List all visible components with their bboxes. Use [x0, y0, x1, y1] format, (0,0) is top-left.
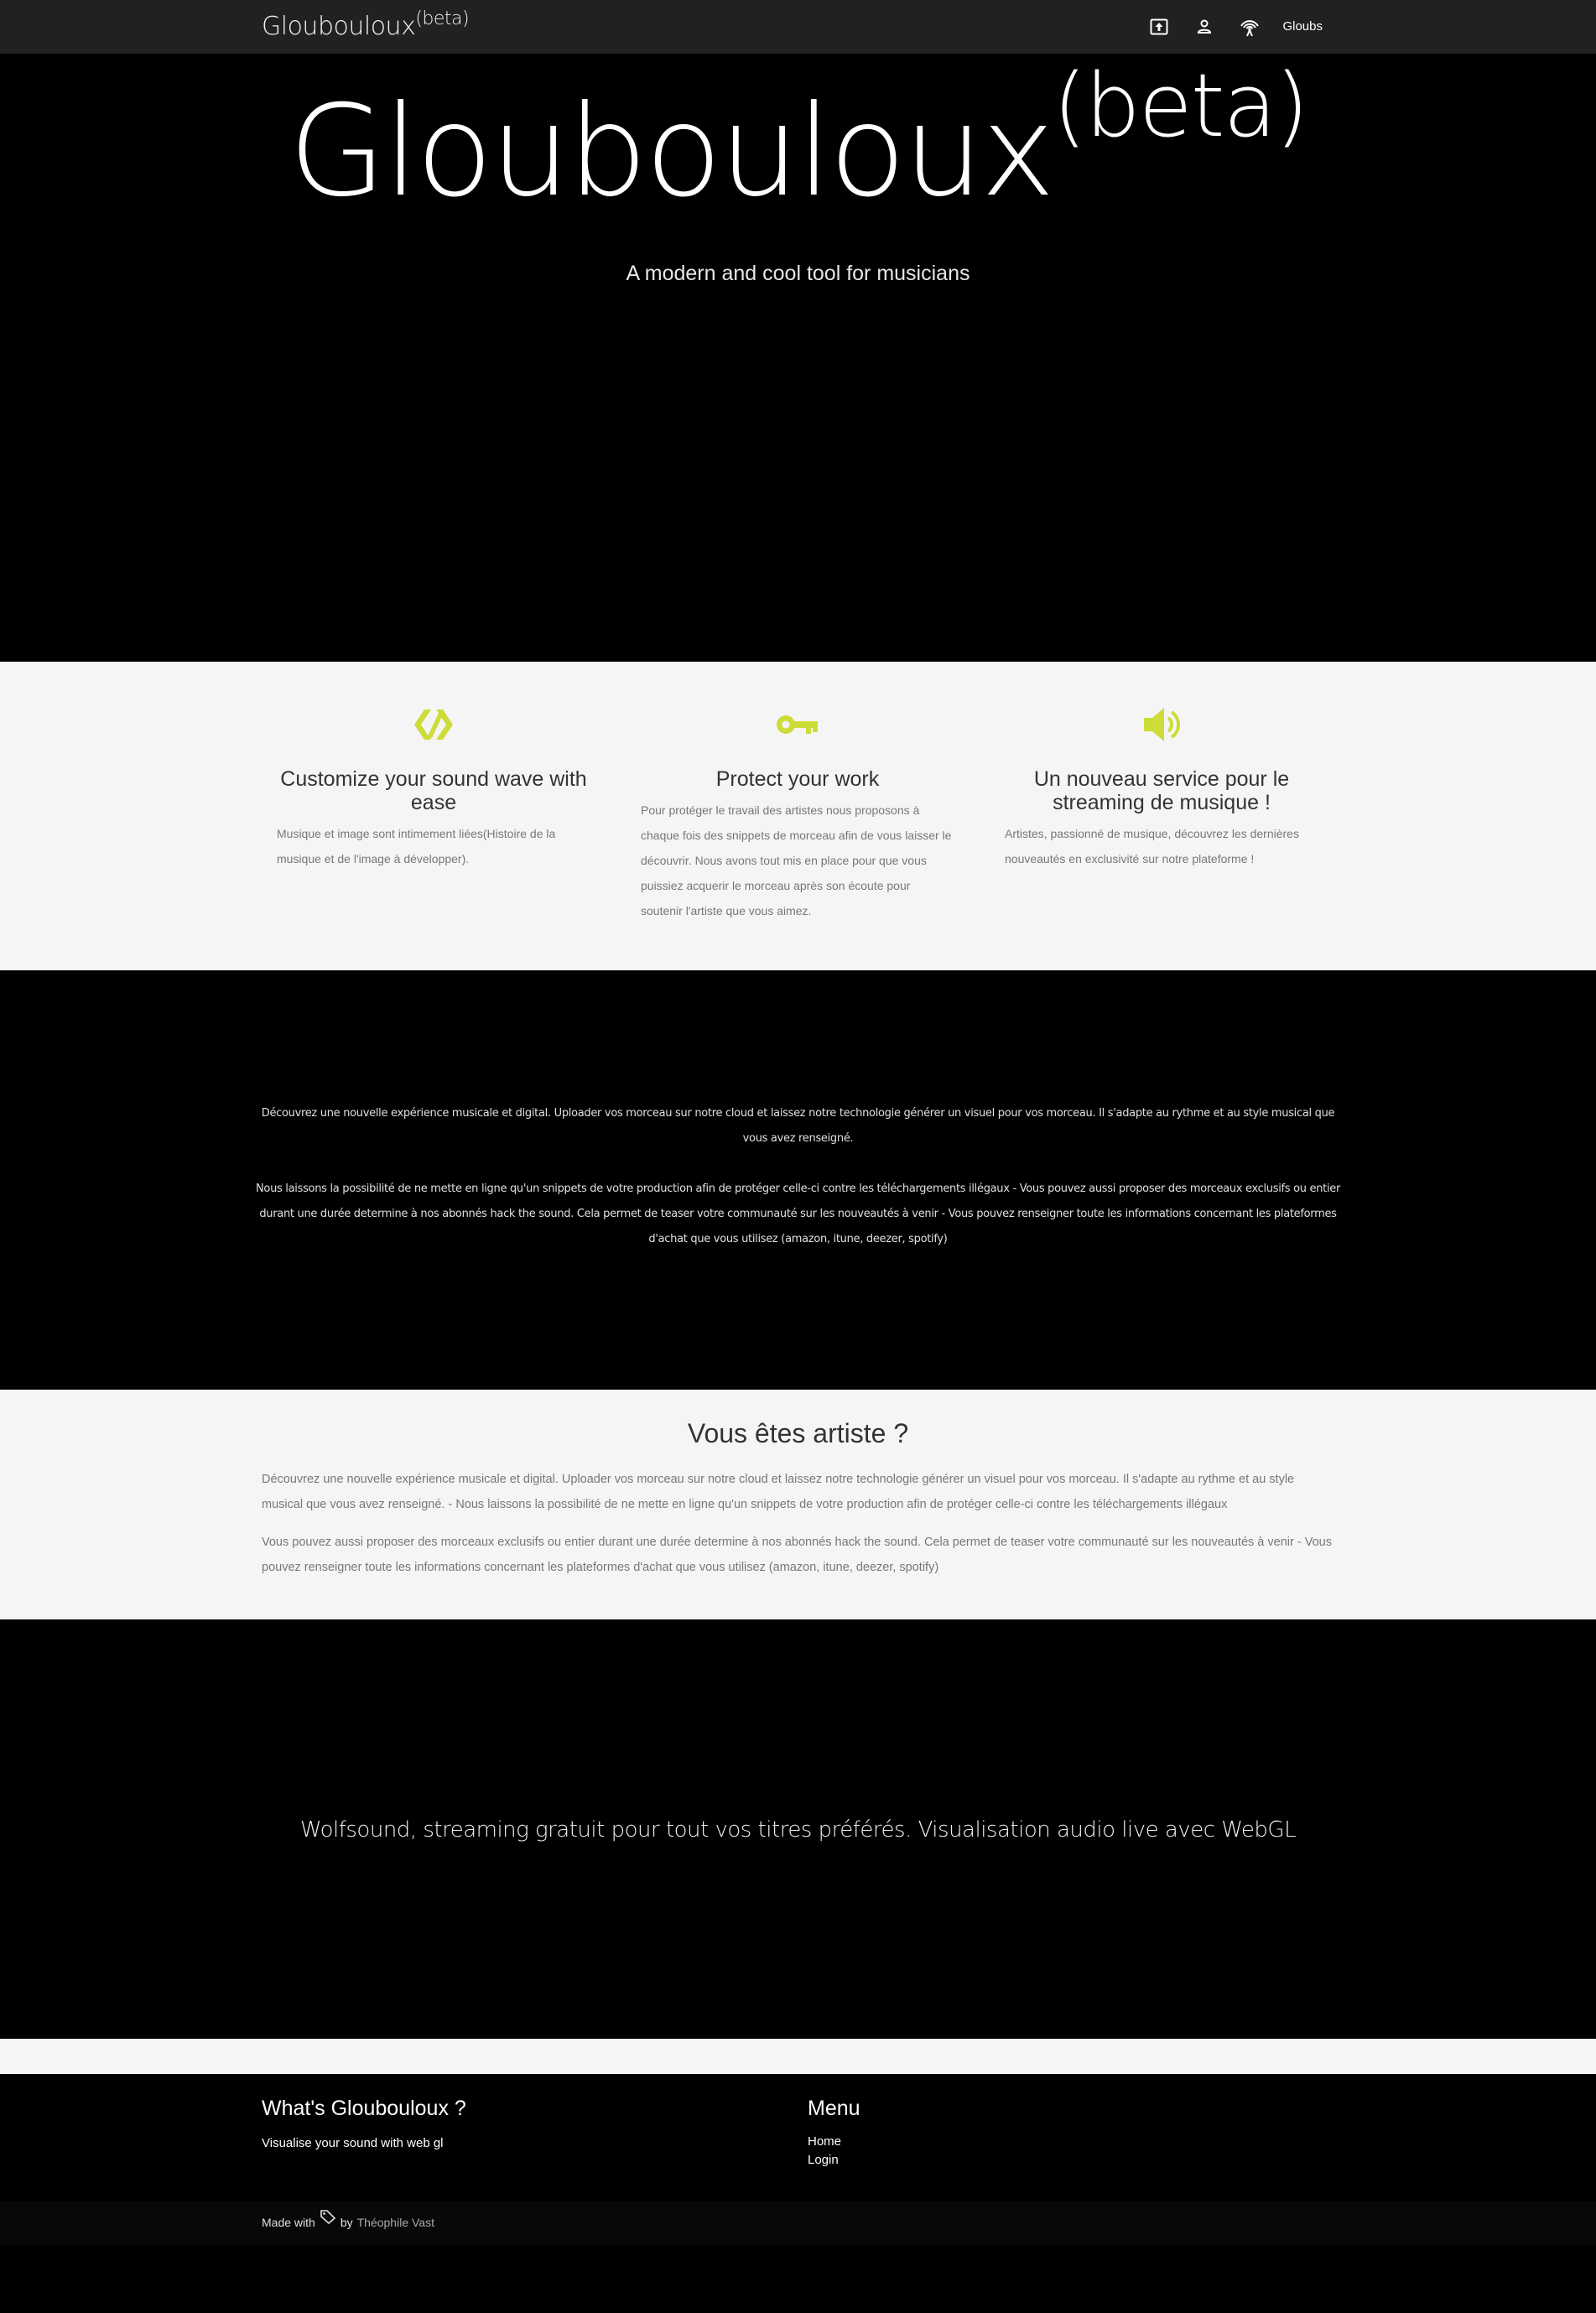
- feature-text: Pour protéger le travail des artistes no…: [641, 803, 952, 917]
- key-icon: [628, 702, 967, 747]
- intro-paragraph: Découvrez une nouvelle expérience musica…: [261, 1107, 1335, 1145]
- slogan-section: Wolfsound, streaming gratuit pour tout v…: [0, 1619, 1596, 2039]
- footer: What's Gloubouloux ? Visualise your soun…: [0, 2074, 1596, 2201]
- made-with-text: Made with: [262, 2215, 315, 2229]
- feature-title: Customize your sound wave with ease: [280, 767, 587, 814]
- code-icon: [264, 702, 603, 747]
- by-text: by: [340, 2215, 353, 2229]
- feature-text: Musique et image sont intimement liées(H…: [277, 827, 556, 865]
- brand-logo[interactable]: Gloubouloux(beta): [262, 8, 470, 41]
- author-link[interactable]: Théophile Vast: [357, 2216, 434, 2229]
- section-spacer: [0, 2039, 1596, 2074]
- top-navbar: Gloubouloux(beta) Gloubs: [0, 0, 1596, 54]
- feature-card: Un nouveau service pour le streaming de …: [992, 662, 1331, 871]
- artist-paragraph: Découvrez une nouvelle expérience musica…: [262, 1473, 1295, 1511]
- nav-items: Gloubs: [1136, 0, 1323, 54]
- slogan-text: Wolfsound, streaming gratuit pour tout v…: [299, 1817, 1297, 1843]
- feature-card: Protect your work Pour protéger le trava…: [628, 662, 967, 923]
- artist-title: Vous êtes artiste ?: [687, 1418, 909, 1448]
- artist-text: Découvrez une nouvelle expérience musica…: [262, 1467, 1335, 1580]
- hero-subtitle: A modern and cool tool for musicians: [626, 262, 970, 285]
- hero-title-text: Gloubouloux: [289, 79, 1055, 225]
- volume-icon: [992, 702, 1331, 747]
- broadcast-icon[interactable]: [1227, 0, 1272, 54]
- tag-icon: [320, 2209, 336, 2227]
- footer-link-home[interactable]: Home: [808, 2133, 860, 2151]
- feature-title: Protect your work: [715, 767, 880, 791]
- upload-icon[interactable]: [1136, 0, 1182, 54]
- feature-text: Artistes, passionné de musique, découvre…: [1005, 827, 1299, 865]
- person-icon[interactable]: [1182, 0, 1227, 54]
- intro-text: Découvrez une nouvelle expérience musica…: [252, 1101, 1344, 1252]
- artist-section: Vous êtes artiste ? Découvrez une nouvel…: [0, 1390, 1596, 1619]
- footer-about-title: What's Gloubouloux ?: [262, 2097, 466, 2120]
- artist-paragraph: Vous pouvez aussi proposer des morceaux …: [262, 1536, 1332, 1574]
- feature-title: Un nouveau service pour le streaming de …: [1033, 767, 1290, 814]
- footer-link-login[interactable]: Login: [808, 2151, 860, 2170]
- hero-title-sup: (beta): [1053, 55, 1309, 157]
- footer-copyright: Made with by Théophile Vast: [0, 2201, 1596, 2245]
- footer-menu: Menu Home Login: [808, 2097, 860, 2170]
- hero-section: Gloubouloux(beta) A modern and cool tool…: [0, 54, 1596, 662]
- footer-about: What's Gloubouloux ? Visualise your soun…: [262, 2097, 466, 2150]
- intro-dark-section: Découvrez une nouvelle expérience musica…: [0, 970, 1596, 1390]
- brand-sup: (beta): [415, 8, 470, 29]
- features-section: Customize your sound wave with ease Musi…: [0, 662, 1596, 970]
- hero-title: Gloubouloux(beta): [0, 55, 1596, 234]
- footer-about-text: Visualise your sound with web gl: [262, 2136, 444, 2150]
- nav-link-gloubs[interactable]: Gloubs: [1272, 0, 1323, 54]
- footer-menu-title: Menu: [808, 2097, 860, 2120]
- feature-card: Customize your sound wave with ease Musi…: [264, 662, 603, 871]
- intro-paragraph: Nous laissons la possibilité de ne mette…: [255, 1182, 1341, 1245]
- brand-text: Gloubouloux: [262, 12, 416, 41]
